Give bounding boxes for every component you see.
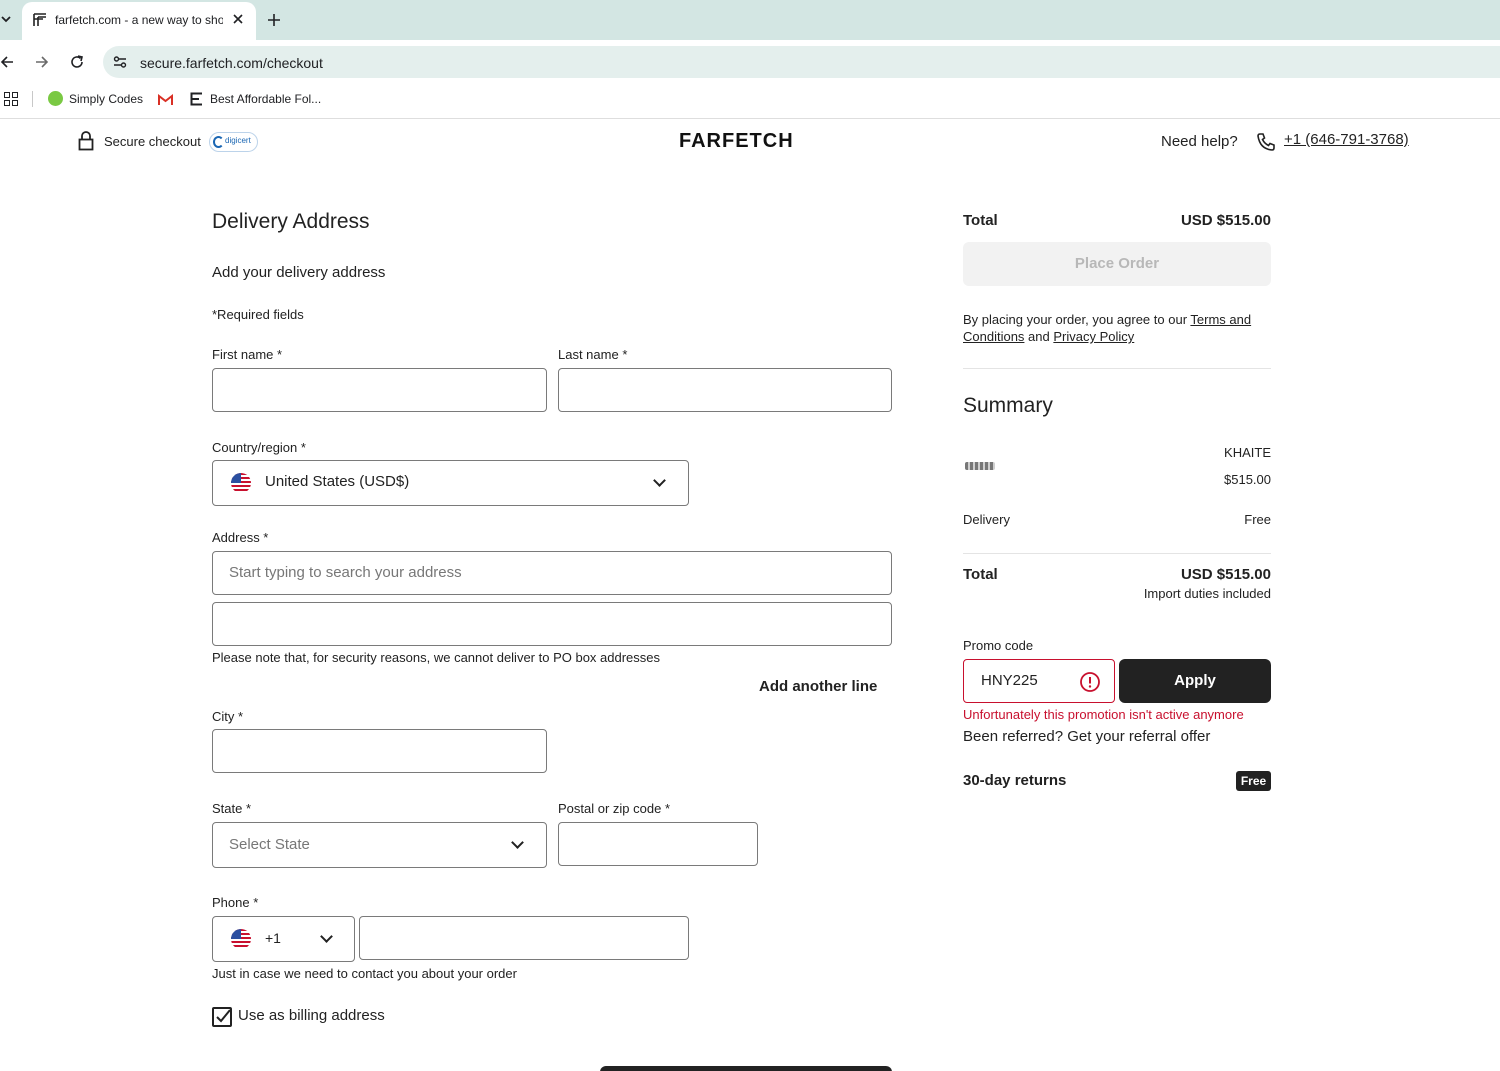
referral-link[interactable]: Been referred? Get your referral offer (963, 728, 1210, 745)
returns-label: 30-day returns (963, 772, 1067, 789)
digicert-badge: digicert (209, 132, 258, 152)
digicert-text: digicert (225, 136, 251, 145)
terms-and: and (1024, 329, 1054, 344)
duties-note: Import duties included (1143, 586, 1271, 601)
apply-button[interactable]: Apply (1119, 659, 1271, 703)
simply-codes-icon (48, 91, 63, 106)
chevron-down-icon (653, 474, 666, 487)
need-help-label: Need help? (1161, 133, 1238, 150)
po-box-note: Please note that, for security reasons, … (212, 650, 661, 665)
sidebar-divider (963, 368, 1271, 369)
phone-code: +1 (265, 930, 281, 946)
place-order-label: Place Order (1074, 255, 1160, 272)
promo-error-message: Unfortunately this promotion isn't activ… (963, 707, 1244, 722)
url-text[interactable]: secure.farfetch.com/checkout (140, 55, 323, 71)
phone-country-code-select[interactable]: +1 (212, 916, 355, 962)
zip-label: Postal or zip code * (558, 801, 671, 816)
apps-grid-icon[interactable] (4, 92, 18, 106)
bookmarks-divider (32, 91, 33, 107)
tab-close-icon[interactable] (231, 12, 245, 26)
item-price: $515.00 (1224, 472, 1271, 487)
city-input[interactable] (212, 729, 547, 773)
first-name-input[interactable] (212, 368, 547, 412)
summary-title: Summary (963, 394, 1053, 417)
phone-note: Just in case we need to contact you abou… (212, 966, 517, 981)
state-select[interactable]: Select State (212, 822, 547, 868)
delivery-label: Delivery (963, 512, 1010, 527)
summary-total-label: Total (963, 566, 998, 583)
returns-free-badge: Free (1236, 771, 1271, 791)
tab-title: farfetch.com - a new way to sho (55, 13, 223, 27)
state-label: State * (212, 801, 252, 816)
required-note: *Required fields (212, 307, 304, 322)
delivery-value: Free (1244, 512, 1271, 527)
farfetch-favicon-icon (33, 13, 47, 27)
checkmark-icon (216, 1009, 231, 1023)
forward-icon[interactable] (34, 54, 50, 70)
promo-value: HNY225 (981, 672, 1038, 689)
promo-input[interactable]: HNY225 (963, 659, 1115, 703)
site-icon (190, 92, 203, 106)
country-value: United States (USD$) (265, 473, 410, 490)
us-flag-icon (231, 929, 251, 949)
bookmark-simply-codes[interactable]: Simply Codes (69, 92, 143, 106)
country-select[interactable]: United States (USD$) (212, 460, 689, 506)
gmail-icon[interactable] (158, 93, 173, 105)
first-name-label: First name * (212, 347, 283, 362)
delivery-title: Delivery Address (212, 210, 370, 233)
tab-list-chevron-icon[interactable] (0, 10, 12, 30)
farfetch-logo[interactable]: FARFETCH (679, 130, 794, 153)
address-label: Address * (212, 530, 269, 545)
city-label: City * (212, 709, 244, 724)
terms-text: By placing your order, you agree to our … (963, 311, 1273, 345)
help-phone-link[interactable]: +1 (646-791-3768) (1284, 131, 1409, 148)
phone-label: Phone * (212, 895, 259, 910)
phone-icon (1256, 132, 1276, 152)
summary-divider (963, 553, 1271, 554)
promo-label: Promo code (963, 638, 1034, 653)
us-flag-icon (231, 473, 251, 493)
reload-icon[interactable] (69, 54, 85, 70)
state-placeholder: Select State (229, 836, 310, 853)
address-placeholder: Start typing to search your address (229, 564, 462, 581)
digicert-logo-icon (213, 136, 224, 148)
chevron-down-icon (511, 836, 524, 849)
address-line2-input[interactable] (212, 602, 892, 646)
error-alert-icon (1079, 671, 1101, 693)
secure-checkout-label: Secure checkout (104, 134, 201, 149)
site-settings-icon[interactable] (112, 54, 128, 70)
phone-number-input[interactable] (359, 916, 689, 960)
bookmark-best-affordable[interactable]: Best Affordable Fol... (210, 92, 321, 106)
billing-label[interactable]: Use as billing address (238, 1007, 385, 1024)
billing-checkbox[interactable] (212, 1007, 232, 1027)
continue-button-partial[interactable] (600, 1066, 892, 1071)
chevron-down-icon (320, 930, 333, 943)
lock-icon (78, 131, 94, 151)
terms-prefix: By placing your order, you agree to our (963, 312, 1191, 327)
place-order-button[interactable]: Place Order (963, 242, 1271, 286)
last-name-input[interactable] (558, 368, 892, 412)
total-value: USD $515.00 (1180, 212, 1271, 229)
country-label: Country/region * (212, 440, 306, 455)
delivery-subtitle: Add your delivery address (212, 264, 386, 281)
back-icon[interactable] (0, 54, 14, 70)
last-name-label: Last name * (558, 347, 628, 362)
address-search-input[interactable]: Start typing to search your address (212, 551, 892, 595)
product-thumbnail[interactable] (965, 462, 995, 470)
zip-input[interactable] (558, 822, 758, 866)
apply-label: Apply (1174, 672, 1216, 689)
item-brand: KHAITE (1224, 445, 1271, 460)
add-another-line-button[interactable]: Add another line (759, 678, 877, 695)
privacy-link[interactable]: Privacy Policy (1053, 329, 1134, 344)
total-label: Total (963, 212, 998, 229)
summary-total-value: USD $515.00 (1180, 566, 1271, 583)
new-tab-icon[interactable] (266, 12, 282, 28)
returns-badge-text: Free (1240, 774, 1267, 788)
